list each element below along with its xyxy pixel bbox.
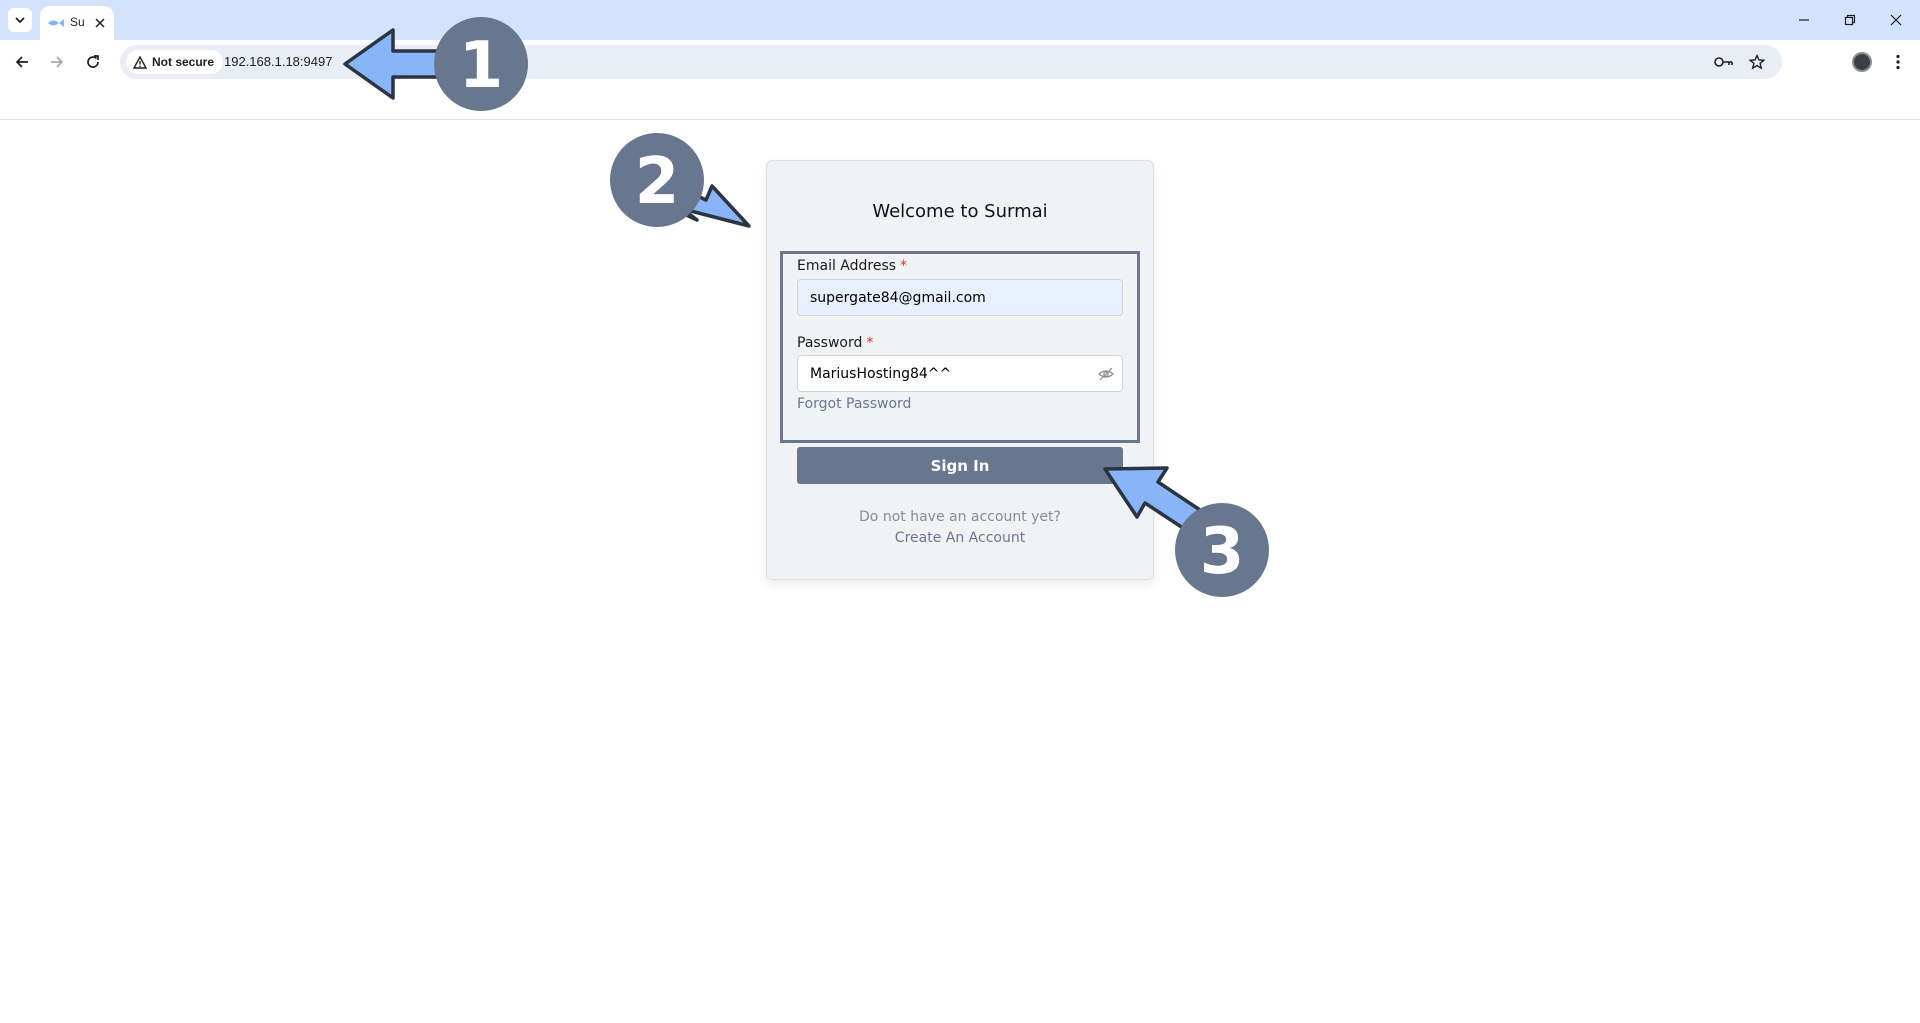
- browser-tab[interactable]: Su: [40, 6, 114, 40]
- password-label: Password *: [797, 335, 873, 351]
- minimize-button[interactable]: [1790, 8, 1818, 32]
- login-card: Welcome to Surmai Email Address * superga…: [766, 160, 1154, 580]
- create-account-link[interactable]: Create An Account: [767, 530, 1153, 546]
- forward-button[interactable]: [45, 50, 69, 74]
- back-button[interactable]: [10, 50, 34, 74]
- email-field[interactable]: supergate84@gmail.com: [797, 279, 1123, 316]
- step-badge-3: [1175, 503, 1269, 597]
- email-label-text: Email Address: [797, 258, 897, 274]
- eye-off-icon[interactable]: [1098, 366, 1114, 382]
- step-number-3: 3: [1200, 515, 1245, 589]
- warning-icon: [133, 55, 147, 69]
- arrow-right-icon: [51, 56, 64, 68]
- reload-button[interactable]: [81, 50, 105, 74]
- screen: Su Not secure 192.168.1.18:9497 Welcome …: [0, 0, 1920, 1023]
- reload-icon: [87, 55, 99, 68]
- more-vertical-icon: [1896, 54, 1900, 70]
- address-bar[interactable]: Not secure 192.168.1.18:9497: [120, 45, 1782, 79]
- url-text: 192.168.1.18:9497: [224, 54, 333, 69]
- step-badge-2: [610, 133, 704, 227]
- key-icon: [1714, 57, 1733, 67]
- required-marker: *: [866, 335, 874, 351]
- tab-strip: Su: [0, 0, 1920, 40]
- close-icon: [95, 18, 105, 28]
- email-value: supergate84@gmail.com: [810, 289, 986, 306]
- password-manager-button[interactable]: [1714, 52, 1734, 72]
- restore-icon: [1844, 14, 1856, 26]
- no-account-text: Do not have an account yet?: [859, 509, 1061, 525]
- tab-search-button[interactable]: [8, 8, 32, 32]
- profile-avatar[interactable]: [1852, 52, 1872, 72]
- minimize-icon: [1799, 19, 1809, 21]
- email-label: Email Address *: [797, 258, 907, 274]
- window-close-button[interactable]: [1882, 8, 1910, 32]
- forgot-password-link[interactable]: Forgot Password: [797, 396, 911, 412]
- toolbar-divider: [0, 119, 1920, 120]
- bookmark-button[interactable]: [1747, 52, 1767, 72]
- page-title: Welcome to Surmai: [872, 201, 1048, 222]
- security-label: Not secure: [152, 55, 215, 69]
- tab-title: Su: [70, 15, 84, 29]
- password-label-text: Password: [797, 335, 863, 351]
- restore-button[interactable]: [1836, 8, 1864, 32]
- arrow-left-icon: [15, 56, 28, 68]
- security-chip[interactable]: Not secure: [126, 50, 224, 74]
- password-value: MariusHosting84^^: [810, 365, 952, 382]
- star-icon: [1749, 54, 1765, 70]
- browser-menu-button[interactable]: [1886, 50, 1910, 74]
- browser-toolbar: Not secure 192.168.1.18:9497: [0, 40, 1920, 84]
- fish-icon: [48, 19, 64, 27]
- required-marker: *: [900, 258, 908, 274]
- chevron-down-icon: [15, 17, 25, 24]
- step-number-2: 2: [635, 145, 680, 219]
- arrow-2: [661, 182, 751, 228]
- close-icon: [1890, 14, 1902, 26]
- tab-close-button[interactable]: [92, 15, 108, 31]
- sign-in-button[interactable]: Sign In: [797, 447, 1123, 484]
- password-field[interactable]: MariusHosting84^^: [797, 355, 1123, 392]
